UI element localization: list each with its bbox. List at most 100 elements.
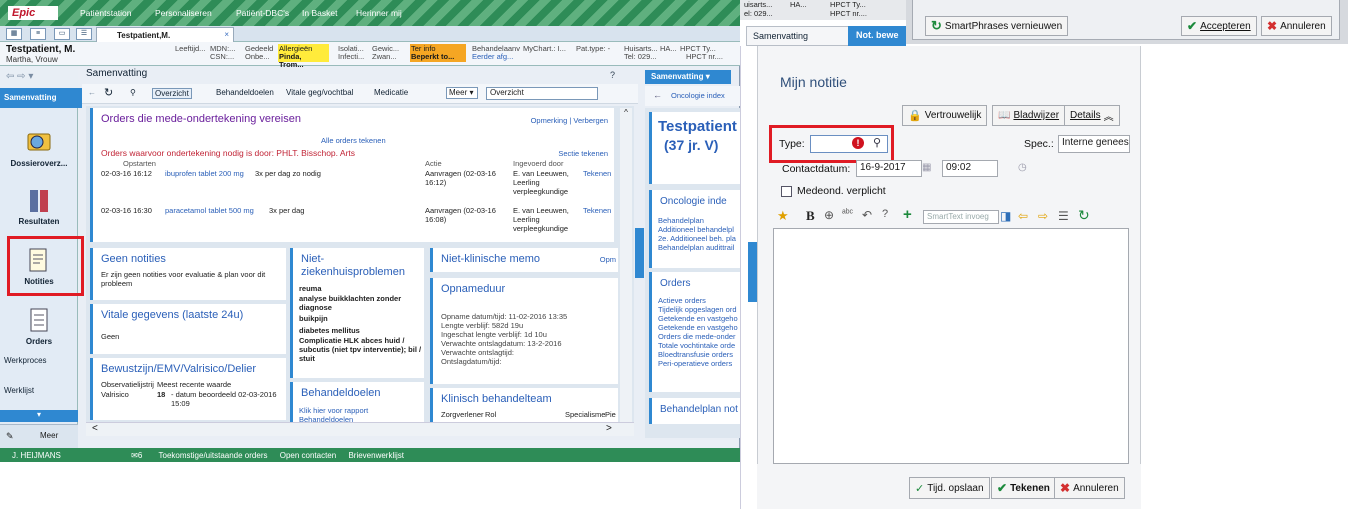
scroll-right-icon[interactable]: > [606,423,612,434]
search-icon[interactable]: ⚲ [130,88,136,97]
nav-orders[interactable]: Orders [0,306,78,346]
spellcheck-icon[interactable]: ᵃᵇᶜ [842,208,853,219]
rp-orders-link-1[interactable]: Actieve orders [652,290,740,305]
clock-icon[interactable]: ◷ [1018,162,1027,173]
nav-resultaten[interactable]: Resultaten [0,186,78,226]
oncologie-index-link[interactable]: Oncologie index [671,91,725,100]
grid-icon[interactable]: ≡ [30,28,46,40]
plus-icon[interactable]: + [903,206,912,223]
close-icon[interactable]: × [224,30,229,39]
smartphrases-refresh-button[interactable]: ↻ SmartPhrases vernieuwen [925,16,1069,36]
status-toekomstige[interactable]: Toekomstige/uitstaande orders [159,451,268,460]
center-vertical-scrollbar[interactable]: ^ [620,108,632,422]
order-row-1-med[interactable]: ibuprofen tablet 200 mg [165,169,244,178]
niet-zkh-item-5[interactable]: Complicatie HLK abces huid / subcutis (n… [299,336,423,363]
order-row-2-med[interactable]: paracetamol tablet 500 mg [165,206,254,215]
status-count[interactable]: 6 [138,451,142,460]
allergy-badge[interactable]: Allergieën Pinda, Trom... [278,44,329,69]
list-icon[interactable]: ☰ [1058,209,1069,223]
nav-meer-button[interactable]: Meer [40,431,58,440]
back-arrow-icon[interactable]: ← [653,90,662,100]
rp-orders-link-8[interactable]: Peri-operatieve orders [652,359,740,368]
back-icon[interactable]: ← [88,88,96,97]
rp-onco-link-3[interactable]: 2e. Additioneel beh. pla [652,234,740,243]
refresh-icon[interactable]: ↻ [104,86,113,99]
cancel-button[interactable]: ✖ Annuleren [1261,16,1332,36]
nav-samenvatting[interactable]: Samenvatting [0,88,82,108]
rp-onco-link-2[interactable]: Additioneel behandelpl [652,225,740,234]
nav-scroll-down[interactable]: ▾ [0,410,78,422]
rp-orders-link-4[interactable]: Getekende en vastgeho [652,323,740,332]
save-temp-button[interactable]: ✓ Tijd. opslaan [909,477,990,499]
overzicht-select[interactable]: Overzicht [486,87,598,100]
vertrouwelijk-button[interactable]: 🔒 Vertrouwelijk [902,105,988,126]
medeond-checkbox[interactable] [781,186,792,197]
niet-zkh-item-1[interactable]: reuma [299,284,423,293]
tab-medicatie[interactable]: Medicatie [374,88,408,97]
list-icon[interactable]: ☰ [76,28,92,40]
tab-behandeldoelen[interactable]: Behandeldoelen [216,88,274,97]
star-icon[interactable]: ★ [777,208,789,224]
meer-dropdown[interactable]: Meer ▾ [446,87,478,99]
calendar-icon[interactable]: ▦ [6,28,22,40]
status-brievenwerklijst[interactable]: Brievenwerklijst [348,451,404,460]
tab-vitale[interactable]: Vitale geg/vochtbal [286,88,353,97]
status-open-contacten[interactable]: Open contacten [280,451,336,460]
back-arrow-icon[interactable]: ⇦ ⇨ ▾ [6,71,33,82]
rp-onco-link-4[interactable]: Behandelplan audittrail [652,243,740,252]
menu-herinner-mij[interactable]: Herinner mij [356,8,402,18]
rp-onco-link-1[interactable]: Behandelplan [652,208,740,225]
rp-orders-link-7[interactable]: Bloedtransfusie orders [652,350,740,359]
smarttext-input[interactable]: SmartText invoeg [923,210,999,224]
niet-klin-extra[interactable]: Opm [600,255,616,264]
help-icon[interactable]: ? [610,70,615,80]
behandeldoelen-link[interactable]: Klik hier voor rapport [293,400,424,415]
rp-orders-link-5[interactable]: Orders die mede-onder [652,332,740,341]
bladwijzer-button[interactable]: 📖 Bladwijzer [992,105,1066,126]
window-icon[interactable]: ▭ [54,28,70,40]
niet-zkh-item-4[interactable]: diabetes mellitus [299,326,423,335]
scroll-left-icon[interactable]: < [92,423,98,434]
menu-personaliseren[interactable]: Personaliseren [155,8,212,18]
accept-button[interactable]: ✔ Accepteren [1181,16,1257,36]
niet-zkh-item-3[interactable]: buikpijn [299,314,423,323]
scroll-up-icon[interactable]: ^ [620,108,632,117]
rp-orders-link-3[interactable]: Getekende en vastgeho [652,314,740,323]
epic-menu-button[interactable]: Epic [8,6,58,20]
patient-name[interactable]: Testpatient, M. [6,44,75,55]
cancel-note-button[interactable]: ✖ Annuleren [1054,477,1125,499]
order-row-1-sign[interactable]: Tekenen [583,169,611,178]
arrow-left-icon[interactable]: ⇦ [1018,209,1028,223]
sign-all-link[interactable]: Alle orders tekenen [321,136,386,145]
find-icon[interactable]: ⊕ [824,208,834,222]
sign-button[interactable]: ✔ Tekenen [991,477,1056,499]
niet-zkh-item-2[interactable]: analyse buikklachten zonder diagnose [299,294,423,312]
insert-icon[interactable]: ◨ [1000,209,1011,223]
undo-icon[interactable]: ↶ [862,208,872,222]
order-row-2-sign[interactable]: Tekenen [583,206,611,215]
status-message-icon[interactable]: ✉ [131,451,138,460]
tab-not-bewerken[interactable]: Not. bewe [848,26,906,46]
nav-werklijst[interactable]: Werklijst [4,386,34,395]
patient-eerder[interactable]: Eerder afg... [472,53,513,61]
help-icon[interactable]: ? [882,208,888,220]
center-horizontal-scrollbar[interactable]: < > [86,422,634,436]
rp-orders-link-6[interactable]: Totale vochtintake orde [652,341,740,350]
contact-date-input[interactable]: 16-9-2017 [856,160,922,177]
details-button[interactable]: Details ︽ [1064,105,1120,126]
note-collapse-handle[interactable] [748,242,757,302]
refresh-icon[interactable]: ↻ [1078,207,1090,224]
arrow-right-icon[interactable]: ⇨ [1038,209,1048,223]
tab-overzicht[interactable]: Overzicht [152,88,192,99]
contact-time-input[interactable]: 09:02 [942,160,998,177]
orders-card-links[interactable]: Opmerking | Verbergen [531,116,608,125]
rp-orders-link-2[interactable]: Tijdelijk opgeslagen ord [652,305,740,314]
bold-icon[interactable]: B [806,208,815,224]
calendar-icon[interactable]: ▦ [922,162,931,173]
right-pane-collapse-handle[interactable] [635,228,644,278]
section-sign-link[interactable]: Sectie tekenen [558,149,608,158]
note-editor[interactable] [773,228,1129,464]
tab-patient[interactable]: Testpatient,M. × [96,27,234,42]
spec-input[interactable]: Interne geneesk [1058,135,1130,153]
terinfo-badge[interactable]: Ter info Beperkt to... [410,44,466,62]
